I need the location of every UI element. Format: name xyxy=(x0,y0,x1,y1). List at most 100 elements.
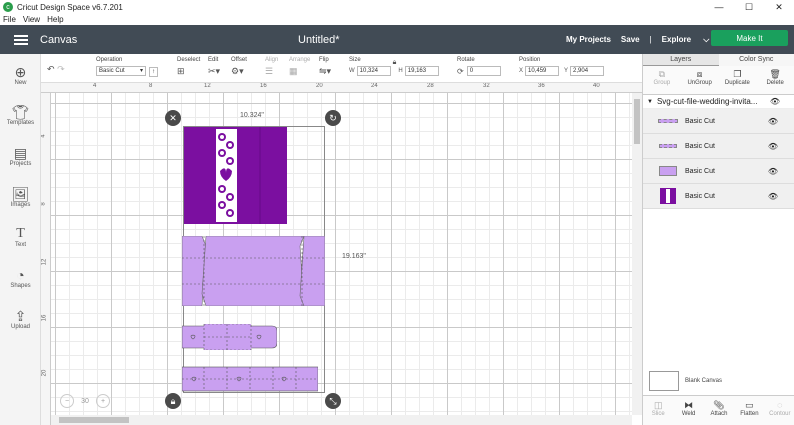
ungroup-button[interactable]: ⧈ UnGroup xyxy=(681,66,719,94)
attach-button[interactable]: 📎︎ Attach xyxy=(704,396,734,425)
group-label: Group xyxy=(653,80,671,86)
belly-band-piece[interactable] xyxy=(182,324,277,350)
make-it-button[interactable]: Make It xyxy=(711,30,788,46)
sidebar-item-new[interactable]: ⊕ New xyxy=(0,64,41,86)
duplicate-button[interactable]: ❐ Duplicate xyxy=(719,66,757,94)
sidebar-item-templates[interactable]: 👕︎ Templates xyxy=(0,104,41,126)
minimize-button[interactable]: — xyxy=(704,0,734,14)
delete-handle-icon[interactable]: ✕ xyxy=(165,110,181,126)
flip-group: Flip ⇋▾ xyxy=(319,57,331,76)
arrange-icon[interactable]: ▦ xyxy=(289,66,310,76)
ruler-tick-label: 16 xyxy=(260,83,267,89)
eye-icon[interactable]: 👁︎ xyxy=(768,167,778,176)
left-ruler: 4 8 12 16 20 xyxy=(41,93,51,425)
layer-group-row[interactable]: ▼ Svg-cut-file-wedding-invita... 👁︎ xyxy=(643,95,794,109)
zoom-in-button[interactable]: + xyxy=(96,394,110,408)
weld-button[interactable]: ⧓ Weld xyxy=(673,396,703,425)
lock-handle-icon[interactable]: 🔒︎ xyxy=(165,393,181,409)
x-input[interactable]: 10,459 xyxy=(525,66,560,76)
position-label: Position xyxy=(519,57,541,63)
rotate-input[interactable]: 0 xyxy=(466,66,501,76)
deselect-group: Deselect ⊞ xyxy=(177,57,200,76)
zoom-out-button[interactable]: − xyxy=(60,394,74,408)
invitation-card-design[interactable] xyxy=(184,127,287,224)
rotate-handle-icon[interactable]: ↻ xyxy=(325,110,341,126)
resize-handle-icon[interactable]: ⤡ xyxy=(325,393,341,409)
cricut-logo-icon: c xyxy=(3,2,13,12)
sidebar-item-images[interactable]: 🖼︎ Images xyxy=(0,186,41,208)
ruler-tick-label: 16 xyxy=(41,314,48,322)
horizontal-scrollbar[interactable] xyxy=(51,415,632,425)
flatten-button[interactable]: ▭ Flatten xyxy=(734,396,764,425)
delete-button[interactable]: 🗑︎ Delete xyxy=(756,66,794,94)
layer-thumbnail xyxy=(657,113,679,129)
eye-icon[interactable]: 👁︎ xyxy=(768,117,778,126)
chevron-down-icon[interactable]: ▼ xyxy=(647,99,653,105)
tab-layers[interactable]: Layers xyxy=(643,54,719,66)
sidebar-item-upload[interactable]: ⇪ Upload xyxy=(0,308,41,330)
flip-icon[interactable]: ⇋▾ xyxy=(319,66,331,76)
sidebar-item-shapes[interactable]: ◔ Shapes xyxy=(0,267,41,289)
operation-select[interactable]: Basic Cut ▾ xyxy=(96,66,146,76)
vertical-scrollbar[interactable] xyxy=(632,93,642,415)
my-projects-link[interactable]: My Projects xyxy=(566,35,611,44)
rotate-group: Rotate ⟳ 0 xyxy=(457,57,501,76)
sidebar-item-text[interactable]: T Text xyxy=(0,226,41,248)
blank-canvas-row[interactable]: Blank Canvas xyxy=(649,371,789,391)
menu-view[interactable]: View xyxy=(20,14,44,25)
layer-row[interactable]: Basic Cut 👁︎ xyxy=(643,184,794,209)
menu-file[interactable]: File xyxy=(0,14,20,25)
ungroup-icon: ⧈ xyxy=(696,69,703,79)
menu-help[interactable]: Help xyxy=(44,14,67,25)
sidebar-item-label: Shapes xyxy=(10,283,31,289)
save-button[interactable]: Save xyxy=(621,35,640,44)
operation-label: Operation xyxy=(96,57,123,63)
shapes-icon: ◔ xyxy=(16,267,25,283)
document-title[interactable]: Untitled* xyxy=(298,34,340,46)
envelope-piece[interactable] xyxy=(182,236,325,306)
slice-button[interactable]: ◫ Slice xyxy=(643,396,673,425)
layers-panel: Layers Color Sync ⧉ Group ⧈ UnGroup ❐ Dupli… xyxy=(642,54,794,425)
undo-redo-icons: ↶ ↷ xyxy=(47,64,65,74)
belly-band-piece[interactable] xyxy=(182,366,318,392)
edit-icon[interactable]: ✂▾ xyxy=(208,66,220,76)
scrollbar-thumb[interactable] xyxy=(59,417,129,423)
group-button[interactable]: ⧉ Group xyxy=(643,66,681,94)
maximize-button[interactable]: ☐ xyxy=(734,0,764,14)
attach-icon: 📎︎ xyxy=(713,400,725,410)
close-window-button[interactable]: ✕ xyxy=(764,0,794,14)
ruler-tick-label: 36 xyxy=(538,83,545,89)
height-dimension-label: 19.163" xyxy=(342,253,366,260)
width-input[interactable]: 10,324 xyxy=(356,66,391,76)
offset-icon[interactable]: ⚙▾ xyxy=(231,66,247,76)
layer-row[interactable]: Basic Cut 👁︎ xyxy=(643,159,794,184)
size-group: Size W 10,324 🔒︎ H 19,163 xyxy=(349,57,439,76)
y-input[interactable]: 2,904 xyxy=(570,66,605,76)
eye-icon[interactable]: 👁︎ xyxy=(768,142,778,151)
flip-label: Flip xyxy=(319,57,329,63)
operation-info: ↑ xyxy=(149,67,158,77)
eye-icon[interactable]: 👁︎ xyxy=(770,97,780,106)
sidebar-item-projects[interactable]: ▤ Projects xyxy=(0,145,41,167)
align-icon[interactable]: ☰ xyxy=(265,66,278,76)
redo-icon[interactable]: ↷ xyxy=(57,64,65,74)
layer-row[interactable]: Basic Cut 👁︎ xyxy=(643,109,794,134)
deselect-icon[interactable]: ⊞ xyxy=(177,66,200,76)
bottom-actions: ◫ Slice ⧓ Weld 📎︎ Attach ▭ Flatten ◌ Contour xyxy=(643,395,794,425)
info-icon[interactable]: ↑ xyxy=(149,67,158,77)
undo-redo: ↶ ↷ xyxy=(47,57,65,74)
undo-icon[interactable]: ↶ xyxy=(47,64,55,74)
eye-icon[interactable]: 👁︎ xyxy=(768,192,778,201)
plus-icon: ⊕ xyxy=(14,64,27,80)
sidebar-item-label: Upload xyxy=(10,324,30,330)
lock-icon[interactable]: 🔒︎ xyxy=(393,59,397,67)
ruler-tick-label: 8 xyxy=(41,202,47,206)
tab-color-sync[interactable]: Color Sync xyxy=(718,54,794,66)
blank-canvas-swatch[interactable] xyxy=(649,371,679,391)
height-input[interactable]: 19,163 xyxy=(404,66,439,76)
layer-row[interactable]: Basic Cut 👁︎ xyxy=(643,134,794,159)
hamburger-menu-icon[interactable] xyxy=(14,34,28,45)
contour-button[interactable]: ◌ Contour xyxy=(765,396,794,425)
left-sidebar: ⊕ New 👕︎ Templates ▤ Projects 🖼︎ Images … xyxy=(0,54,41,425)
scrollbar-thumb[interactable] xyxy=(634,99,640,144)
